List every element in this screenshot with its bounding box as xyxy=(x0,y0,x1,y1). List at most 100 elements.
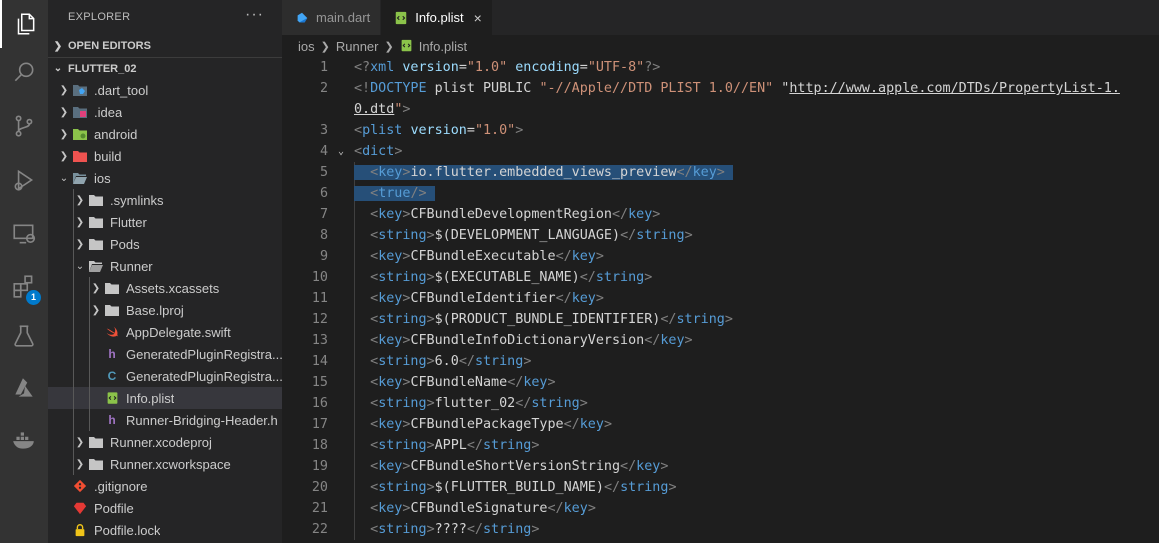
code-line[interactable]: 20 <string>$(FLUTTER_BUILD_NAME)</string… xyxy=(282,477,1159,498)
run-debug-icon[interactable] xyxy=(0,156,48,204)
code-line[interactable]: 0.dtd"> xyxy=(282,99,1159,120)
breadcrumb-ios[interactable]: ios xyxy=(298,39,315,54)
line-content: <string>APPL</string> xyxy=(354,438,539,453)
code-line[interactable]: 12 <string>$(PRODUCT_BUNDLE_IDENTIFIER)<… xyxy=(282,309,1159,330)
search-icon[interactable] xyxy=(0,48,48,96)
line-number: 10 xyxy=(311,270,328,285)
tree-item[interactable]: ⌄ Runner xyxy=(48,255,282,277)
punctuation-token: </ xyxy=(458,354,475,369)
punctuation-token: > xyxy=(426,354,435,369)
open-editors-label: OPEN EDITORS xyxy=(68,40,151,52)
tree-item[interactable]: .gitignore xyxy=(48,475,282,497)
code-line[interactable]: 3 <plist version="1.0"> xyxy=(282,120,1159,141)
extensions-icon[interactable]: 1 xyxy=(0,262,48,310)
code-line[interactable]: 16 <string>flutter_02</string> xyxy=(282,393,1159,414)
tree-item[interactable]: ❯ Assets.xcassets xyxy=(48,277,282,299)
tag-token: string xyxy=(378,438,427,453)
code-line[interactable]: 10 <string>$(EXECUTABLE_NAME)</string> xyxy=(282,267,1159,288)
line-number: 2 xyxy=(319,81,328,96)
docker-icon[interactable] xyxy=(0,416,48,464)
tree-item[interactable]: ❯ Base.lproj xyxy=(48,299,282,321)
punctuation-token: > xyxy=(426,396,435,411)
punctuation-token: > xyxy=(426,438,435,453)
folder-icon xyxy=(88,192,104,208)
tree-item-label: .idea xyxy=(94,104,123,120)
folder-icon xyxy=(88,236,104,252)
line-number: 21 xyxy=(311,501,328,516)
code-line[interactable]: 11 <key>CFBundleIdentifier</key> xyxy=(282,288,1159,309)
text-token: CFBundlePackageType xyxy=(410,417,564,432)
tag-token: dict xyxy=(362,144,395,159)
chevron-right-icon: ❯ xyxy=(320,40,330,53)
punctuation-token: < xyxy=(370,186,379,201)
code-line[interactable]: 2 <!DOCTYPE plist PUBLIC "-//Apple//DTD P… xyxy=(282,78,1159,99)
tag-token: key xyxy=(579,417,604,432)
tree-item[interactable]: ❯ Pods xyxy=(48,233,282,255)
source-control-icon[interactable] xyxy=(0,102,48,150)
tree-item[interactable]: ❯ .idea xyxy=(48,101,282,123)
tree-item[interactable]: ❯ Flutter xyxy=(48,211,282,233)
tree-item-label: GeneratedPluginRegistra... xyxy=(126,346,282,362)
code-line[interactable]: 19 <key>CFBundleShortVersionString</key> xyxy=(282,456,1159,477)
code-line[interactable]: 22 <string>????</string> xyxy=(282,519,1159,540)
code-line[interactable]: 5 <key>io.flutter.embedded_views_preview… xyxy=(282,162,1159,183)
fold-chevron-icon[interactable]: ⌄ xyxy=(338,141,344,162)
tab-main-dart[interactable]: main.dart xyxy=(282,0,382,35)
code-line[interactable]: 7 <key>CFBundleDevelopmentRegion</key> xyxy=(282,204,1159,225)
url-link[interactable]: http://www.apple.com/DTDs/PropertyList-1… xyxy=(789,81,1120,96)
testing-icon[interactable] xyxy=(0,312,48,360)
code-line[interactable]: 17 <key>CFBundlePackageType</key> xyxy=(282,414,1159,435)
tree-item[interactable]: AppDelegate.swift xyxy=(48,321,282,343)
tag-token: string xyxy=(676,312,725,327)
more-actions-icon[interactable]: ··· xyxy=(245,6,264,24)
tree-item[interactable]: ❯ android xyxy=(48,123,282,145)
tag-token: string xyxy=(378,228,427,243)
code-line[interactable]: 4 ⌄ <dict> xyxy=(282,141,1159,162)
code-line[interactable]: 1 <?xml version="1.0" encoding="UTF-8"?> xyxy=(282,57,1159,78)
open-editors-section[interactable]: ❯ OPEN EDITORS xyxy=(48,35,282,57)
tag-token: true xyxy=(378,186,411,201)
remote-explorer-icon[interactable] xyxy=(0,210,48,258)
tree-item[interactable]: Info.plist xyxy=(48,387,282,409)
tab-info-plist[interactable]: Info.plist × xyxy=(381,0,493,35)
punctuation-token: < xyxy=(370,522,379,537)
code-editor[interactable]: 1 <?xml version="1.0" encoding="UTF-8"?> 2… xyxy=(282,57,1159,543)
tree-item[interactable]: ❯ build xyxy=(48,145,282,167)
code-line[interactable]: 18 <string>APPL</string> xyxy=(282,435,1159,456)
punctuation-token: < xyxy=(354,144,363,159)
tag-token: key xyxy=(636,459,661,474)
tree-item[interactable]: Podfile xyxy=(48,497,282,519)
code-text: <?xml version="1.0" encoding="UTF-8"?> xyxy=(354,57,660,78)
code-line[interactable]: 8 <string>$(DEVELOPMENT_LANGUAGE)</strin… xyxy=(282,225,1159,246)
tree-item[interactable]: ❯ Runner.xcodeproj xyxy=(48,431,282,453)
tree-item[interactable]: C GeneratedPluginRegistra... xyxy=(48,365,282,387)
text-token: CFBundleExecutable xyxy=(410,249,556,264)
project-section[interactable]: ⌄ FLUTTER_02 xyxy=(48,57,282,79)
code-line[interactable]: 14 <string>6.0</string> xyxy=(282,351,1159,372)
code-line[interactable]: 6 <true/> xyxy=(282,183,1159,204)
explorer-icon[interactable] xyxy=(0,0,48,48)
tree-item[interactable]: h Runner-Bridging-Header.h xyxy=(48,409,282,431)
breadcrumb-info-plist[interactable]: Info.plist xyxy=(419,39,467,54)
tree-item[interactable]: ❯ Runner.xcworkspace xyxy=(48,453,282,475)
punctuation-token: > xyxy=(684,333,693,348)
tree-item[interactable]: Podfile.lock xyxy=(48,519,282,541)
tree-item[interactable]: ❯ .symlinks xyxy=(48,189,282,211)
tree-item[interactable]: ❯ .dart_tool xyxy=(48,79,282,101)
breadcrumb-runner[interactable]: Runner xyxy=(336,39,379,54)
code-text: <string>6.0</string> xyxy=(354,351,531,372)
azure-icon[interactable] xyxy=(0,364,48,412)
code-line[interactable]: 9 <key>CFBundleExecutable</key> xyxy=(282,246,1159,267)
tree-item[interactable]: h GeneratedPluginRegistra... xyxy=(48,343,282,365)
tree-item[interactable]: ⌄ ios xyxy=(48,167,282,189)
punctuation-token: > xyxy=(652,207,661,222)
code-line[interactable]: 21 <key>CFBundleSignature</key> xyxy=(282,498,1159,519)
punctuation-token: > xyxy=(531,438,540,453)
url-link[interactable]: 0.dtd xyxy=(354,102,394,117)
close-icon[interactable]: × xyxy=(474,10,482,26)
punctuation-token: < xyxy=(370,270,379,285)
tag-token: key xyxy=(523,375,548,390)
code-line[interactable]: 15 <key>CFBundleName</key> xyxy=(282,372,1159,393)
line-number: 15 xyxy=(311,375,328,390)
code-line[interactable]: 13 <key>CFBundleInfoDictionaryVersion</k… xyxy=(282,330,1159,351)
